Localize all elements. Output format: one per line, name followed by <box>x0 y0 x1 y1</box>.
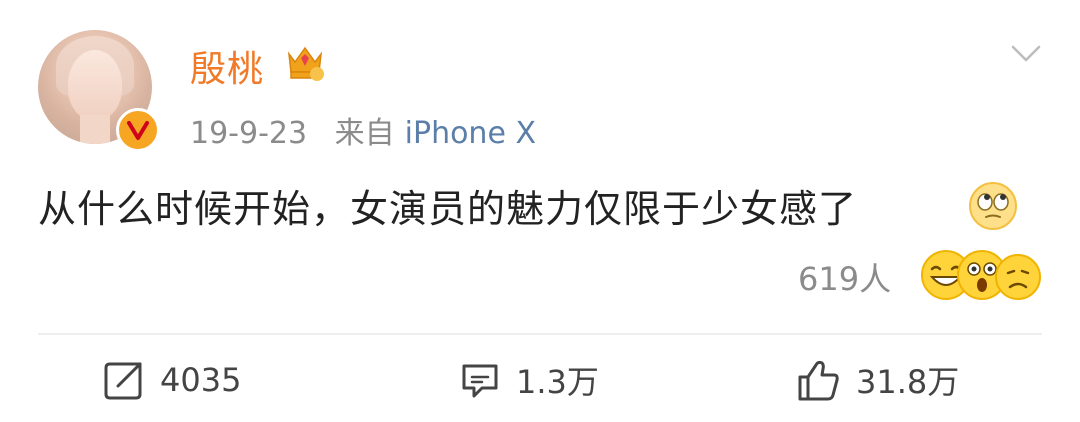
comment-icon <box>462 364 498 398</box>
thumbs-up-icon <box>798 360 839 401</box>
source-prefix: 来自 <box>334 116 395 151</box>
source-device-link[interactable]: iPhone X <box>405 116 536 151</box>
post-meta: 19-9-23 来自 iPhone X <box>190 108 536 152</box>
avatar-face <box>68 50 122 120</box>
avatar-neck <box>80 115 110 144</box>
repost-count: 4035 <box>160 361 242 399</box>
post-content: 从什么时候开始，女演员的魅力仅限于少女感了 <box>38 187 858 231</box>
like-count: 31.8万 <box>856 363 960 401</box>
comment-count: 1.3万 <box>516 363 599 401</box>
verified-icon <box>116 108 160 152</box>
like-button[interactable]: 31.8万 <box>796 357 959 403</box>
reaction-count[interactable]: 619人 <box>798 254 891 300</box>
comment-button[interactable]: 1.3万 <box>458 357 599 403</box>
divider <box>38 333 1042 335</box>
author-name[interactable]: 殷桃 <box>190 40 264 92</box>
repost-icon <box>104 362 142 400</box>
reaction-emojis[interactable] <box>920 249 1044 301</box>
crown-level-icon[interactable] <box>283 40 327 84</box>
eye-roll-emoji <box>969 182 1017 230</box>
repost-button[interactable]: 4035 <box>102 357 241 403</box>
chevron-down-icon[interactable] <box>1010 42 1042 66</box>
post-date: 19-9-23 <box>190 116 308 151</box>
sad-emoji <box>995 254 1041 300</box>
